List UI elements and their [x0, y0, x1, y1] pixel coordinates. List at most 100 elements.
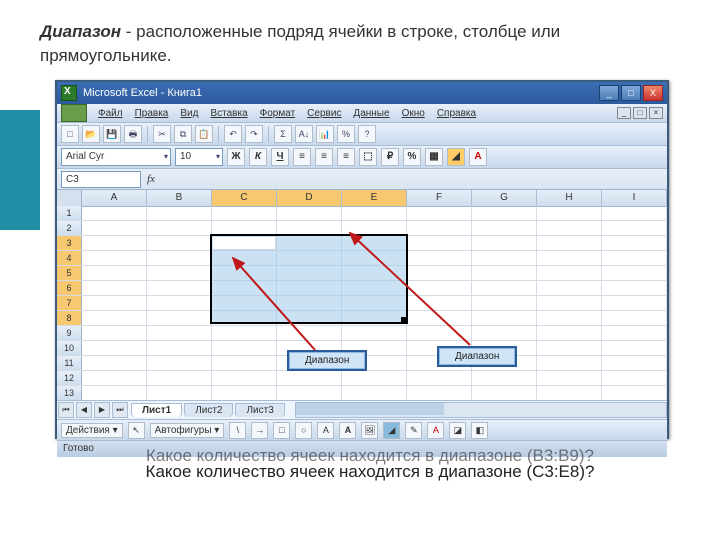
- col-F[interactable]: F: [407, 190, 472, 207]
- menu-data[interactable]: Данные: [348, 107, 394, 120]
- new-icon[interactable]: □: [61, 125, 79, 143]
- close-button[interactable]: X: [643, 85, 663, 101]
- fill-icon[interactable]: ◢: [447, 148, 465, 166]
- tab-nav-first[interactable]: ⏮: [58, 402, 74, 418]
- menu-view[interactable]: Вид: [175, 107, 203, 120]
- undo-icon[interactable]: ↶: [224, 125, 242, 143]
- row-4[interactable]: 4: [57, 251, 82, 265]
- save-icon[interactable]: 💾: [103, 125, 121, 143]
- doc-min-button[interactable]: _: [617, 107, 631, 119]
- row-1[interactable]: 1: [57, 206, 82, 220]
- align-right-icon[interactable]: ≡: [337, 148, 355, 166]
- menu-format[interactable]: Формат: [255, 107, 301, 120]
- drawing-toolbar: Действия ▾ ↖ Автофигуры ▾ \ → □ ○ A 𝐀 🖼 …: [57, 419, 667, 440]
- row-12[interactable]: 12: [57, 371, 82, 385]
- format-toolbar: Arial Cyr 10 Ж К Ч ≡ ≡ ≡ ⬚ ₽ % ▦ ◢ A: [57, 145, 667, 168]
- doc-restore-button[interactable]: □: [633, 107, 647, 119]
- cut-icon[interactable]: ✂: [153, 125, 171, 143]
- fill-handle[interactable]: [401, 317, 407, 323]
- col-I[interactable]: I: [602, 190, 667, 207]
- menu-edit[interactable]: Правка: [130, 107, 174, 120]
- sort-icon[interactable]: A↓: [295, 125, 313, 143]
- percent-icon[interactable]: %: [403, 148, 421, 166]
- hscrollbar[interactable]: [295, 402, 667, 418]
- row-9[interactable]: 9: [57, 326, 82, 340]
- menu-insert[interactable]: Вставка: [205, 107, 252, 120]
- callout-right: Диапазон: [437, 346, 517, 367]
- italic-button[interactable]: К: [249, 148, 267, 166]
- menu-window[interactable]: Окно: [397, 107, 430, 120]
- actions-button[interactable]: Действия ▾: [61, 423, 123, 438]
- fontcolor2-icon[interactable]: A: [427, 422, 444, 439]
- line-icon[interactable]: \: [229, 422, 246, 439]
- 3d-icon[interactable]: ◧: [471, 422, 488, 439]
- size-combo[interactable]: 10: [175, 148, 223, 166]
- currency-icon[interactable]: ₽: [381, 148, 399, 166]
- row-5[interactable]: 5: [57, 266, 82, 280]
- fontcolor-icon[interactable]: A: [469, 148, 487, 166]
- maximize-button[interactable]: □: [621, 85, 641, 101]
- row-11[interactable]: 11: [57, 356, 82, 370]
- paste-icon[interactable]: 📋: [195, 125, 213, 143]
- col-G[interactable]: G: [472, 190, 537, 207]
- underline-button[interactable]: Ч: [271, 148, 289, 166]
- col-B[interactable]: B: [147, 190, 212, 207]
- wordart-icon[interactable]: 𝐀: [339, 422, 356, 439]
- window-title: Microsoft Excel - Книга1: [83, 87, 202, 99]
- copy-icon[interactable]: ⧉: [174, 125, 192, 143]
- open-icon[interactable]: 📂: [82, 125, 100, 143]
- chart-icon[interactable]: 📊: [316, 125, 334, 143]
- col-C[interactable]: C: [212, 190, 277, 207]
- bold-button[interactable]: Ж: [227, 148, 245, 166]
- tab-nav-next[interactable]: ▶: [94, 402, 110, 418]
- question-overlay-2: Какое количество ячеек находится в диапа…: [70, 462, 670, 482]
- tab-nav-last[interactable]: ⏭: [112, 402, 128, 418]
- menu-tools[interactable]: Сервис: [302, 107, 346, 120]
- shadow-icon[interactable]: ◪: [449, 422, 466, 439]
- menubar: Файл Правка Вид Вставка Формат Сервис Да…: [57, 104, 667, 122]
- sum-icon[interactable]: Σ: [274, 125, 292, 143]
- merge-icon[interactable]: ⬚: [359, 148, 377, 166]
- row-6[interactable]: 6: [57, 281, 82, 295]
- col-D[interactable]: D: [277, 190, 342, 207]
- borders-icon[interactable]: ▦: [425, 148, 443, 166]
- help-icon[interactable]: ?: [358, 125, 376, 143]
- rect-icon[interactable]: □: [273, 422, 290, 439]
- col-H[interactable]: H: [537, 190, 602, 207]
- menu-help[interactable]: Справка: [432, 107, 481, 120]
- font-combo[interactable]: Arial Cyr: [61, 148, 171, 166]
- linecolor-icon[interactable]: ✎: [405, 422, 422, 439]
- redo-icon[interactable]: ↷: [245, 125, 263, 143]
- sheet-tabs: ⏮ ◀ ▶ ⏭ Лист1 Лист2 Лист3: [57, 400, 667, 419]
- tab-nav-prev[interactable]: ◀: [76, 402, 92, 418]
- autoshapes-button[interactable]: Автофигуры ▾: [150, 423, 225, 438]
- row-8[interactable]: 8: [57, 311, 82, 325]
- col-A[interactable]: A: [82, 190, 147, 207]
- tab-sheet1[interactable]: Лист1: [131, 403, 182, 417]
- oval-icon[interactable]: ○: [295, 422, 312, 439]
- fillcolor-icon[interactable]: ◢: [383, 422, 400, 439]
- arrow-icon[interactable]: →: [251, 422, 268, 439]
- fx-icon[interactable]: fx: [147, 173, 155, 185]
- clipart-icon[interactable]: 🖼: [361, 422, 378, 439]
- row-10[interactable]: 10: [57, 341, 82, 355]
- row-7[interactable]: 7: [57, 296, 82, 310]
- col-E[interactable]: E: [342, 190, 407, 207]
- zoom-icon[interactable]: %: [337, 125, 355, 143]
- titlebar: Microsoft Excel - Книга1 _ □ X: [57, 82, 667, 104]
- row-2[interactable]: 2: [57, 221, 82, 235]
- row-3[interactable]: 3: [57, 236, 82, 250]
- align-center-icon[interactable]: ≡: [315, 148, 333, 166]
- menu-file[interactable]: Файл: [93, 107, 128, 120]
- align-left-icon[interactable]: ≡: [293, 148, 311, 166]
- doc-close-button[interactable]: ×: [649, 107, 663, 119]
- name-box[interactable]: C3: [61, 171, 141, 188]
- tab-sheet2[interactable]: Лист2: [184, 403, 233, 417]
- pointer-icon[interactable]: ↖: [128, 422, 145, 439]
- textbox-icon[interactable]: A: [317, 422, 334, 439]
- minimize-button[interactable]: _: [599, 85, 619, 101]
- tab-sheet3[interactable]: Лист3: [235, 403, 284, 417]
- row-13[interactable]: 13: [57, 386, 82, 400]
- select-all-corner[interactable]: [57, 190, 82, 207]
- print-icon[interactable]: 🖶: [124, 125, 142, 143]
